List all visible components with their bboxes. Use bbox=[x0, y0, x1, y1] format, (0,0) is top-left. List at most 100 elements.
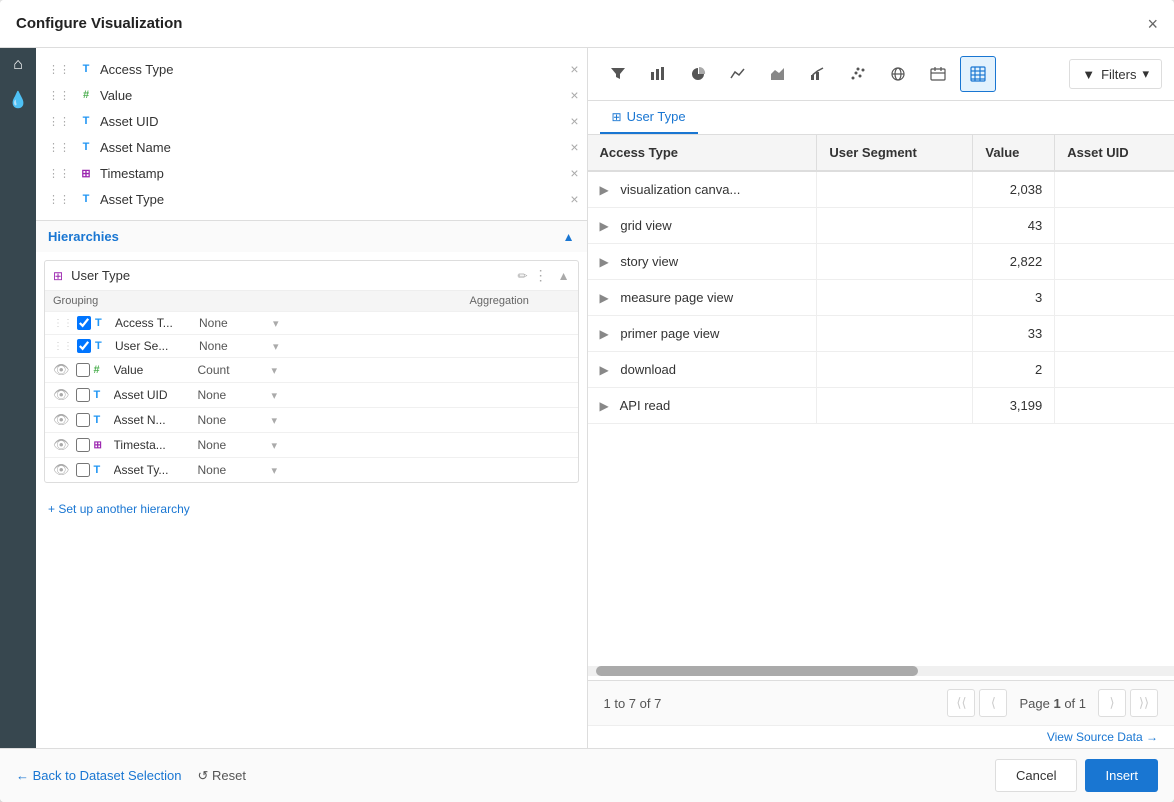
field-item-timestamp[interactable]: ⋮⋮ ⊞ Timestamp × bbox=[36, 160, 587, 186]
type-icon-T: T bbox=[94, 464, 110, 476]
dropdown-arrow[interactable]: ▾ bbox=[273, 317, 279, 330]
configure-visualization-modal: Configure Visualization × ⌂ 💧 ⋮⋮ T Acces… bbox=[0, 0, 1174, 802]
hierarchies-header[interactable]: Hierarchies ▲ bbox=[36, 221, 587, 252]
field-item-value[interactable]: ⋮⋮ # Value × bbox=[36, 82, 587, 108]
row-checkbox[interactable] bbox=[76, 363, 90, 377]
map-btn[interactable] bbox=[880, 56, 916, 92]
expand-btn[interactable]: ▶ bbox=[600, 183, 609, 197]
modal-footer: ← Back to Dataset Selection ↺ Reset Canc… bbox=[0, 748, 1174, 802]
field-item-asset-uid[interactable]: ⋮⋮ T Asset UID × bbox=[36, 108, 587, 134]
row-checkbox[interactable] bbox=[76, 463, 90, 477]
type-icon-T: T bbox=[78, 139, 94, 155]
table-container: Access Type User Segment Value Asset UID… bbox=[588, 135, 1174, 662]
user-segment-cell bbox=[817, 280, 973, 316]
field-remove-btn[interactable]: × bbox=[570, 113, 578, 129]
combo-chart-btn[interactable] bbox=[800, 56, 836, 92]
dropdown-arrow[interactable]: ▾ bbox=[272, 464, 278, 477]
table-header-row: Access Type User Segment Value Asset UID bbox=[588, 135, 1174, 171]
eye-icon[interactable]: 👁 bbox=[53, 362, 70, 378]
eye-icon[interactable]: 👁 bbox=[53, 437, 70, 453]
dropdown-arrow[interactable]: ▾ bbox=[272, 364, 278, 377]
drag-handle: ⋮⋮ bbox=[48, 167, 70, 180]
row-checkbox[interactable] bbox=[76, 388, 90, 402]
data-table: Access Type User Segment Value Asset UID… bbox=[588, 135, 1174, 424]
row-checkbox[interactable] bbox=[76, 438, 90, 452]
access-type-value: measure page view bbox=[620, 290, 733, 305]
field-item-asset-name[interactable]: ⋮⋮ T Asset Name × bbox=[36, 134, 587, 160]
expand-btn[interactable]: ▶ bbox=[600, 327, 609, 341]
pagination-controls: ⟨⟨ ⟨ Page 1 of 1 ⟩ ⟩⟩ bbox=[947, 689, 1158, 717]
edit-icon[interactable]: ✏ bbox=[518, 269, 528, 283]
page-info: Page 1 of 1 bbox=[1011, 696, 1094, 711]
last-page-btn[interactable]: ⟩⟩ bbox=[1130, 689, 1158, 717]
table-row: ▶ measure page view 3 bbox=[588, 280, 1174, 316]
dropdown-arrow[interactable]: ▾ bbox=[272, 414, 278, 427]
expand-btn[interactable]: ▶ bbox=[600, 219, 609, 233]
row-checkbox[interactable] bbox=[76, 413, 90, 427]
eye-icon[interactable]: 👁 bbox=[53, 387, 70, 403]
access-type-value: grid view bbox=[620, 218, 671, 233]
expand-btn[interactable]: ▶ bbox=[600, 363, 609, 377]
field-remove-btn[interactable]: × bbox=[570, 191, 578, 207]
area-chart-btn[interactable] bbox=[760, 56, 796, 92]
insert-button[interactable]: Insert bbox=[1085, 759, 1158, 792]
field-name: Access Type bbox=[100, 62, 564, 77]
collapse-icon[interactable]: ▲ bbox=[558, 269, 570, 283]
type-icon-T: T bbox=[94, 414, 110, 426]
more-icon[interactable]: ⋮ bbox=[534, 267, 548, 284]
calendar-btn[interactable] bbox=[920, 56, 956, 92]
field-remove-btn[interactable]: × bbox=[570, 139, 578, 155]
eye-icon[interactable]: 👁 bbox=[53, 462, 70, 478]
table-row: ▶ download 2 bbox=[588, 352, 1174, 388]
tab-label: User Type bbox=[627, 109, 686, 124]
hierarchy-row: 👁 # Value Count ▾ bbox=[45, 357, 578, 382]
expand-btn[interactable]: ▶ bbox=[600, 255, 609, 269]
expand-btn[interactable]: ▶ bbox=[600, 399, 609, 413]
table-btn[interactable] bbox=[960, 56, 996, 92]
next-page-btn[interactable]: ⟩ bbox=[1098, 689, 1126, 717]
scrollbar-thumb[interactable] bbox=[596, 666, 919, 676]
type-icon-T: T bbox=[94, 389, 110, 401]
setup-hierarchy-link[interactable]: + Set up another hierarchy bbox=[48, 502, 190, 516]
field-item-access-type[interactable]: ⋮⋮ T Access Type × bbox=[36, 56, 587, 82]
tabs-bar: ⊞ User Type bbox=[588, 101, 1174, 135]
prev-page-btn[interactable]: ⟨ bbox=[979, 689, 1007, 717]
value-cell: 2 bbox=[973, 352, 1055, 388]
expand-btn[interactable]: ▶ bbox=[600, 291, 609, 305]
value-cell: 3 bbox=[973, 280, 1055, 316]
field-remove-btn[interactable]: × bbox=[570, 61, 578, 77]
eye-icon[interactable]: 👁 bbox=[53, 412, 70, 428]
bar-chart-btn[interactable] bbox=[640, 56, 676, 92]
filters-button[interactable]: ▼ Filters ▾ bbox=[1069, 59, 1162, 89]
close-button[interactable]: × bbox=[1147, 15, 1158, 33]
value-cell: 3,199 bbox=[973, 388, 1055, 424]
cancel-button[interactable]: Cancel bbox=[995, 759, 1077, 792]
view-source-data-link[interactable]: View Source Data → bbox=[1047, 730, 1158, 744]
tab-user-type[interactable]: ⊞ User Type bbox=[600, 101, 698, 134]
first-page-btn[interactable]: ⟨⟨ bbox=[947, 689, 975, 717]
field-item-asset-type[interactable]: ⋮⋮ T Asset Type × bbox=[36, 186, 587, 212]
field-remove-btn[interactable]: × bbox=[570, 165, 578, 181]
row-checkbox[interactable] bbox=[77, 316, 91, 330]
hierarchy-row: 👁 T Asset Ty... None ▾ bbox=[45, 457, 578, 482]
user-segment-cell bbox=[817, 388, 973, 424]
pie-chart-btn[interactable] bbox=[680, 56, 716, 92]
dropdown-arrow[interactable]: ▾ bbox=[273, 340, 279, 353]
value-cell: 2,822 bbox=[973, 244, 1055, 280]
back-to-dataset-link[interactable]: ← Back to Dataset Selection bbox=[16, 768, 181, 783]
drop-icon[interactable]: 💧 bbox=[8, 90, 28, 110]
scatter-btn[interactable] bbox=[840, 56, 876, 92]
hierarchy-row: ⋮⋮ T User Se... None ▾ bbox=[45, 334, 578, 357]
field-remove-btn[interactable]: × bbox=[570, 87, 578, 103]
access-type-cell: ▶ API read bbox=[588, 388, 817, 424]
horizontal-scrollbar[interactable] bbox=[588, 666, 1174, 676]
access-type-value: primer page view bbox=[620, 326, 719, 341]
line-chart-btn[interactable] bbox=[720, 56, 756, 92]
home-icon[interactable]: ⌂ bbox=[13, 56, 23, 74]
row-checkbox[interactable] bbox=[77, 339, 91, 353]
dropdown-arrow[interactable]: ▾ bbox=[272, 389, 278, 402]
dropdown-arrow[interactable]: ▾ bbox=[272, 439, 278, 452]
reset-link[interactable]: ↺ Reset bbox=[197, 768, 245, 784]
filter-btn[interactable] bbox=[600, 56, 636, 92]
hierarchy-row: ⋮⋮ T Access T... None ▾ bbox=[45, 311, 578, 334]
